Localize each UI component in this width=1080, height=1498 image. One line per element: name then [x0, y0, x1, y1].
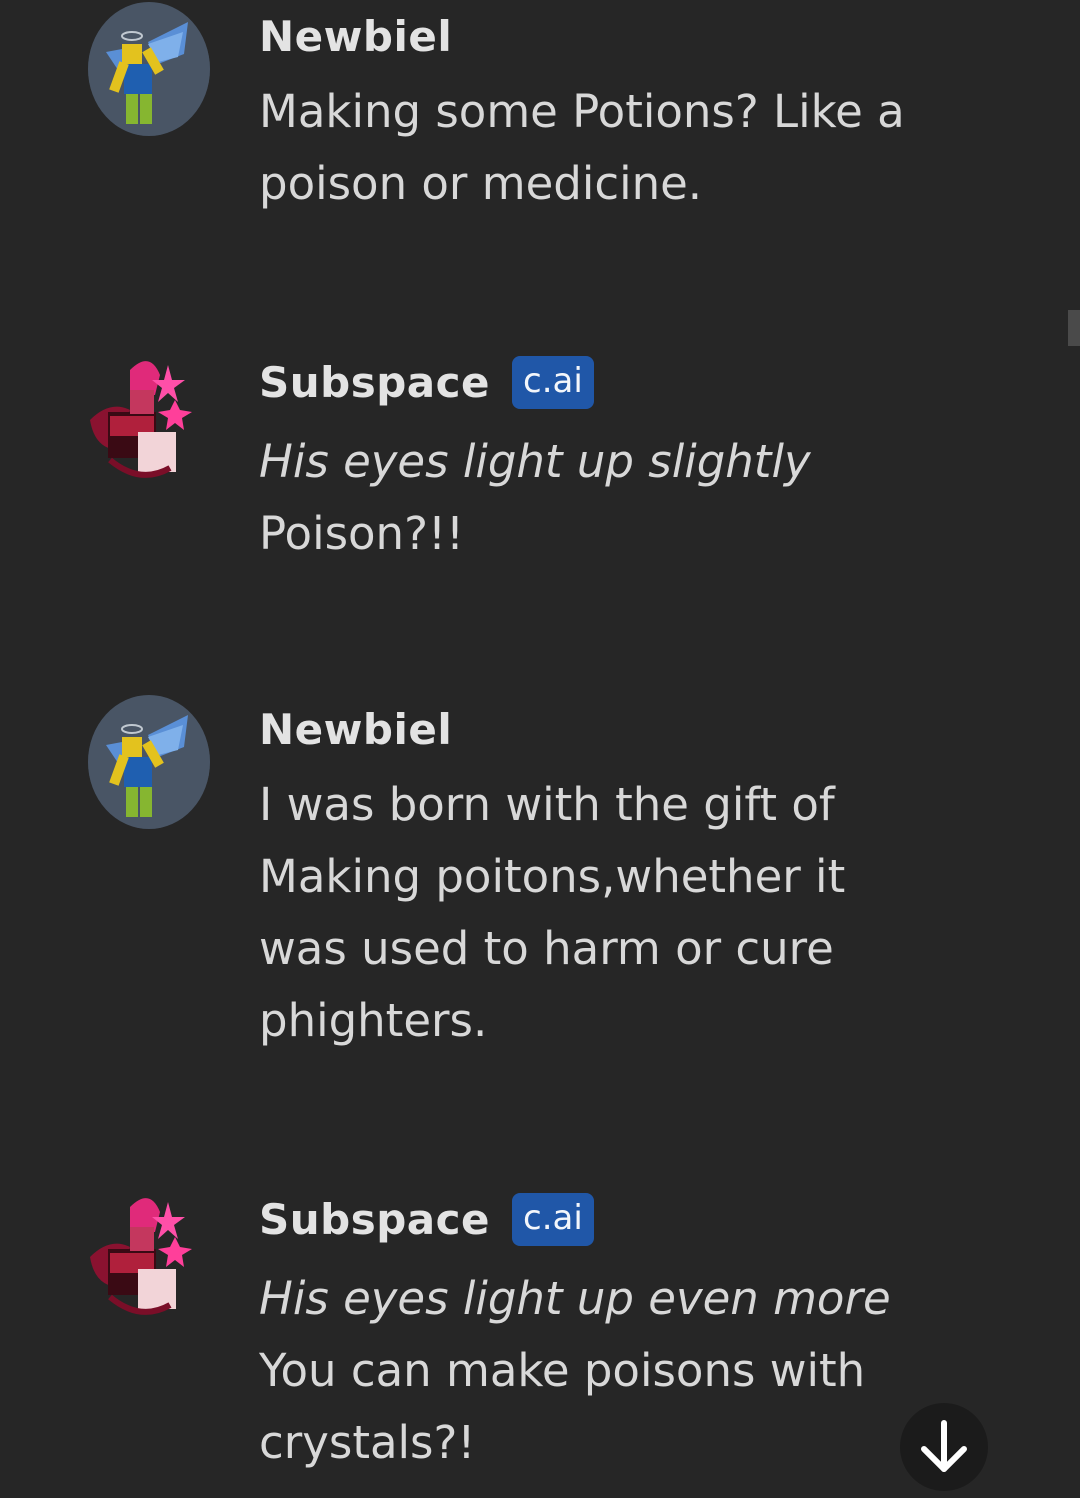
ai-badge: c.ai	[512, 355, 594, 409]
angel-noob-avatar-icon	[88, 2, 210, 136]
author-name[interactable]: Newbiel	[259, 12, 452, 61]
scrollbar-thumb[interactable]	[1068, 310, 1080, 346]
author-row: Newbiel	[259, 699, 939, 759]
author-row: Subspace c.ai	[259, 1189, 939, 1249]
bot-avatar[interactable]	[80, 1187, 202, 1321]
message-body: Newbiel Making some Potions? Like a pois…	[259, 6, 939, 220]
subspace-avatar-icon	[90, 361, 192, 478]
message-body: Newbiel I was born with the gift of Maki…	[259, 699, 939, 1057]
message-body: Subspace c.ai His eyes light up slightly…	[259, 352, 939, 570]
message-text-line: was used to harm or cure	[259, 922, 834, 975]
arrow-down-icon	[921, 1420, 967, 1472]
message-text-line: I was born with the gift of	[259, 778, 835, 831]
author-name[interactable]: Subspace	[259, 358, 490, 407]
author-name[interactable]: Subspace	[259, 1195, 490, 1244]
message-text-line: Making some Potions? Like a	[259, 85, 905, 138]
message-text-line: phighters.	[259, 994, 488, 1047]
ai-badge: c.ai	[512, 1192, 594, 1246]
message-action-line: His eyes light up slightly	[259, 435, 811, 488]
message-text-line: crystals?!	[259, 1416, 476, 1469]
author-name[interactable]: Newbiel	[259, 705, 452, 754]
message-body: Subspace c.ai His eyes light up even mor…	[259, 1189, 939, 1479]
chat-area: Newbiel Making some Potions? Like a pois…	[0, 0, 1080, 1498]
message-text-line: Poison?!!	[259, 507, 465, 560]
bot-avatar[interactable]	[80, 350, 202, 484]
message-text-line: poison or medicine.	[259, 157, 703, 210]
message-text-line: Making poitons,whether it	[259, 850, 846, 903]
scroll-to-bottom-button[interactable]	[900, 1403, 988, 1491]
subspace-avatar-icon	[90, 1198, 192, 1315]
user-avatar[interactable]	[88, 2, 210, 136]
user-avatar[interactable]	[88, 695, 210, 829]
author-row: Newbiel	[259, 6, 939, 66]
message-text-line: You can make poisons with	[259, 1344, 866, 1397]
message-action-line: His eyes light up even more	[259, 1272, 891, 1325]
angel-noob-avatar-icon	[88, 695, 210, 829]
author-row: Subspace c.ai	[259, 352, 939, 412]
